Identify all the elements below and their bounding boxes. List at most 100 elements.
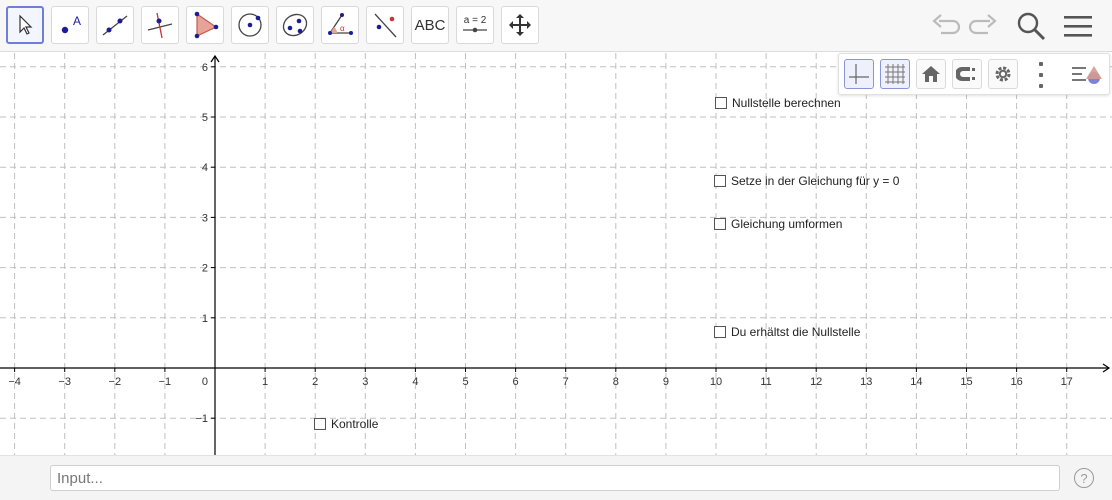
text-tool-label: ABC bbox=[414, 16, 446, 34]
axes-toggle-icon bbox=[849, 64, 869, 84]
checkbox-box[interactable] bbox=[714, 326, 726, 338]
x-tick-label: −1 bbox=[159, 376, 172, 388]
reflect-about-line-icon bbox=[374, 13, 397, 38]
y-tick-label: −1 bbox=[195, 413, 208, 425]
home-button[interactable] bbox=[916, 59, 946, 89]
line-icon bbox=[102, 15, 128, 36]
x-tick-label: 5 bbox=[462, 376, 468, 388]
point-tool-button[interactable]: A bbox=[51, 6, 89, 44]
angle-tool-button[interactable]: α bbox=[321, 6, 359, 44]
redo-button[interactable] bbox=[967, 10, 999, 42]
checkbox-label: Du erhältst die Nullstelle bbox=[731, 325, 861, 339]
ellipse-icon bbox=[282, 13, 308, 37]
x-tick-label: 16 bbox=[1010, 376, 1022, 388]
y-tick-label: 6 bbox=[202, 62, 208, 74]
more-vertical-icon[interactable] bbox=[1031, 62, 1051, 88]
svg-text:A: A bbox=[73, 14, 81, 28]
undo-button[interactable] bbox=[930, 10, 962, 42]
cursor-arrow-icon bbox=[19, 14, 33, 35]
y-tick-label: 3 bbox=[202, 212, 208, 224]
x-tick-label: 3 bbox=[362, 376, 368, 388]
x-tick-label: 12 bbox=[810, 376, 822, 388]
point-capturing-button[interactable] bbox=[952, 59, 982, 89]
circle-icon bbox=[238, 13, 262, 37]
reflect-tool-button[interactable] bbox=[366, 6, 404, 44]
y-tick-label: 4 bbox=[202, 162, 208, 174]
checkbox-kontrolle[interactable]: Kontrolle bbox=[314, 416, 378, 432]
circle-tool-button[interactable] bbox=[231, 6, 269, 44]
x-tick-label: 4 bbox=[412, 376, 418, 388]
line-tool-button[interactable] bbox=[96, 6, 134, 44]
x-tick-label: 10 bbox=[710, 376, 722, 388]
undo-icon bbox=[932, 14, 961, 35]
search-icon bbox=[1017, 12, 1046, 41]
y-tick-label: 1 bbox=[202, 313, 208, 325]
ellipse-tool-button[interactable] bbox=[276, 6, 314, 44]
axes-toggle-button[interactable] bbox=[844, 59, 874, 89]
checkbox-label: Kontrolle bbox=[331, 417, 379, 431]
slider-icon: a = 2 bbox=[462, 16, 488, 34]
move-tool-button[interactable] bbox=[6, 6, 44, 44]
checkbox-gleichung-umformen[interactable]: Gleichung umformen bbox=[714, 216, 842, 232]
checkbox-label: Gleichung umformen bbox=[731, 217, 843, 231]
settings-button[interactable] bbox=[988, 59, 1018, 89]
x-tick-label: 7 bbox=[563, 376, 569, 388]
checkbox-nullstelle-berechnen[interactable]: Nullstelle berechnen bbox=[715, 95, 841, 111]
slider-track-icon bbox=[463, 27, 487, 33]
algebra-input-bar: ? bbox=[0, 455, 1112, 500]
x-tick-label: 15 bbox=[960, 376, 972, 388]
help-icon[interactable]: ? bbox=[1074, 468, 1094, 488]
x-tick-label: −3 bbox=[58, 376, 71, 388]
x-tick-label: 14 bbox=[910, 376, 922, 388]
polygon-tool-button[interactable] bbox=[186, 6, 224, 44]
move-graphics-view-tool-button[interactable] bbox=[501, 6, 539, 44]
settings-icon bbox=[995, 66, 1011, 82]
y-tick-label: 2 bbox=[202, 263, 208, 275]
polygon-icon bbox=[194, 11, 219, 39]
move-arrows-icon bbox=[509, 14, 531, 36]
checkbox-nullstelle-erhalten[interactable]: Du erhältst die Nullstelle bbox=[714, 324, 860, 340]
checkbox-label: Nullstelle berechnen bbox=[732, 96, 841, 110]
style-bar bbox=[838, 53, 1110, 95]
text-tool-button[interactable]: ABC bbox=[411, 6, 449, 44]
slider-tool-label: a = 2 bbox=[463, 15, 487, 26]
x-tick-label: 9 bbox=[663, 376, 669, 388]
home-icon bbox=[922, 66, 940, 82]
checkbox-box[interactable] bbox=[714, 175, 726, 187]
point-capturing-icon bbox=[956, 67, 975, 81]
search-button[interactable] bbox=[1015, 10, 1047, 42]
menu-button[interactable] bbox=[1062, 10, 1094, 42]
algebra-input-field[interactable] bbox=[50, 465, 1060, 491]
point-icon: A bbox=[61, 14, 81, 34]
x-tick-label: 6 bbox=[513, 376, 519, 388]
x-tick-label: 1 bbox=[262, 376, 268, 388]
svg-text:α: α bbox=[340, 24, 345, 33]
toolbar: A α ABC a = 2 bbox=[0, 0, 1112, 52]
x-tick-label: 13 bbox=[860, 376, 872, 388]
x-tick-label: −4 bbox=[8, 376, 21, 388]
perpendicular-line-icon bbox=[147, 12, 173, 39]
checkbox-box[interactable] bbox=[314, 418, 326, 430]
menu-icon bbox=[1064, 16, 1092, 37]
grid-toggle-icon bbox=[885, 64, 905, 84]
y-tick-label: 5 bbox=[202, 112, 208, 124]
slider-tool-button[interactable]: a = 2 bbox=[456, 6, 494, 44]
checkbox-label: Setze in der Gleichung für y = 0 bbox=[731, 174, 900, 188]
checkbox-box[interactable] bbox=[714, 218, 726, 230]
graphics-view[interactable]: −4 −3 −2 −1 1 2 3 4 5 6 7 8 9 10 11 12 13 14 15 16 17 6 5 4 3 2 1−… bbox=[0, 53, 1112, 455]
x-tick-label: −2 bbox=[109, 376, 122, 388]
checkbox-box[interactable] bbox=[715, 97, 727, 109]
x-tick-label: 17 bbox=[1061, 376, 1073, 388]
x-tick-label: 8 bbox=[613, 376, 619, 388]
checkbox-setze-gleichung[interactable]: Setze in der Gleichung für y = 0 bbox=[714, 173, 899, 189]
grid-toggle-button[interactable] bbox=[880, 59, 910, 89]
x-tick-label: 2 bbox=[312, 376, 318, 388]
style-bar-toggle-button[interactable] bbox=[1071, 62, 1105, 88]
angle-icon: α bbox=[328, 13, 353, 35]
origin-label: 0 bbox=[202, 376, 208, 388]
x-tick-label: 11 bbox=[760, 376, 771, 388]
style-bar-toggle-icon bbox=[1072, 66, 1102, 84]
redo-icon bbox=[968, 14, 997, 35]
coordinate-plane[interactable]: −4 −3 −2 −1 1 2 3 4 5 6 7 8 9 10 11 12 13 14 15 16 17654321−… bbox=[0, 53, 1112, 455]
perpendicular-line-tool-button[interactable] bbox=[141, 6, 179, 44]
